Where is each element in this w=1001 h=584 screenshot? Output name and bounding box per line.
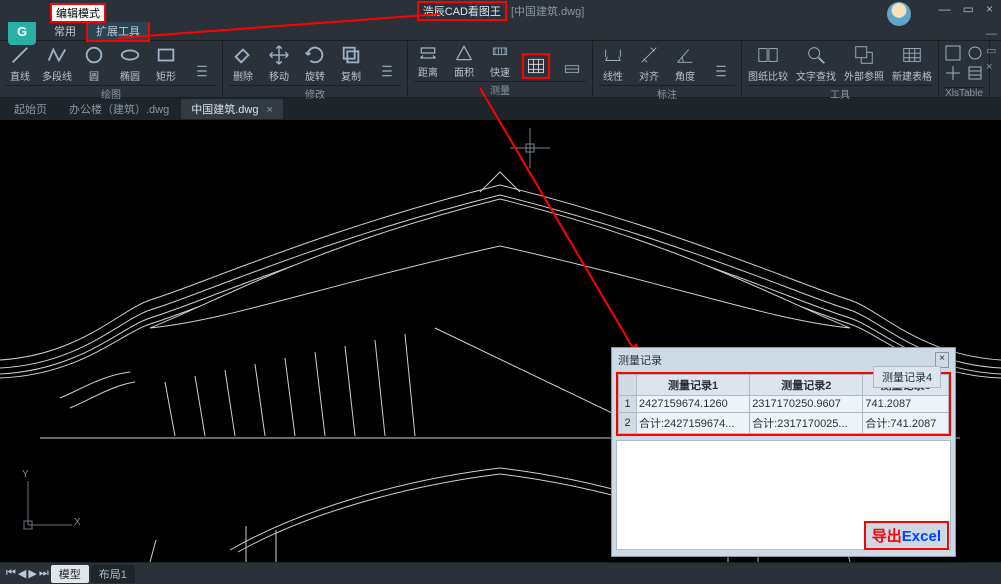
tool-move[interactable]: 移动 [265, 43, 293, 83]
tab-layout1[interactable]: 布局1 [91, 565, 135, 583]
ucs-indicator: Y X [18, 475, 78, 538]
tool-find-text[interactable]: 文字查找 [796, 43, 836, 83]
tool-rotate[interactable]: 旋转 [301, 43, 329, 83]
user-avatar[interactable] [887, 2, 911, 26]
measure-col1-header[interactable]: 测量记录1 [637, 375, 750, 396]
group-tools: 图纸比较 文字查找 外部参照 新建表格 工具 [742, 41, 939, 97]
document-tabs: 起始页 办公楼（建筑）.dwg 中国建筑.dwg [0, 98, 1001, 120]
tool-measure-extra[interactable] [558, 59, 586, 79]
tab-start[interactable]: 起始页 [4, 99, 57, 119]
tool-line[interactable]: 直线 [6, 43, 34, 83]
mini-minimize-icon[interactable]: — [986, 28, 997, 40]
tool-distance[interactable]: 距离 [414, 43, 442, 79]
crosshair-cursor [510, 128, 550, 171]
tool-xref[interactable]: 外部参照 [844, 43, 884, 83]
minimize-icon[interactable]: — [939, 2, 951, 16]
ucs-y-label: Y [22, 469, 29, 480]
group-annotation: 线性 对齐 角度 标注 [593, 41, 742, 97]
menu-extensions[interactable]: 扩展工具 [86, 20, 150, 42]
menu-common[interactable]: 常用 [46, 22, 84, 40]
menu-bar: G 常用 扩展工具 [0, 22, 1001, 40]
title-bar: 编辑模式 浩辰CAD看图王 [中国建筑.dwg] — ▭ × — ▭ × [0, 0, 1001, 22]
measure-col2-header[interactable]: 测量记录2 [750, 375, 863, 396]
tool-ellipse[interactable]: 椭圆 [116, 43, 144, 83]
xls-icon-2[interactable] [967, 45, 983, 61]
tool-aligned-dim[interactable]: 对齐 [635, 43, 663, 83]
export-excel-button[interactable]: 导出Excel [864, 521, 949, 550]
doc-title-suffix: [中国建筑.dwg] [511, 3, 584, 19]
group-measure: 距离 面积 快速 测量 [408, 41, 593, 97]
tab-doc-china[interactable]: 中国建筑.dwg [181, 99, 283, 119]
tool-linear-dim[interactable]: 线性 [599, 43, 627, 83]
draw-more-icon[interactable] [188, 59, 216, 83]
table-row[interactable]: 2 合计:2427159674... 合计:2317170025... 合计:7… [619, 413, 949, 434]
close-icon[interactable]: × [986, 2, 993, 16]
xls-icon-3[interactable] [945, 65, 961, 81]
group-measure-title: 测量 [414, 81, 586, 97]
tool-area[interactable]: 面积 [450, 43, 478, 79]
ribbon: 直线 多段线 圆 椭圆 矩形 绘图 [0, 40, 1001, 98]
tool-circle[interactable]: 圆 [80, 43, 108, 83]
tool-fast-measure[interactable]: 快速 [486, 43, 514, 79]
tool-angle-dim[interactable]: 角度 [671, 43, 699, 83]
group-xlstable: XlsTable [939, 41, 990, 97]
tool-polyline[interactable]: 多段线 [42, 43, 72, 83]
mini-close-icon[interactable]: × [986, 61, 997, 73]
group-modify: 删除 移动 旋转 复制 修改 [223, 41, 408, 97]
tool-measure-record[interactable] [522, 53, 550, 79]
model-layout-strip: ⏮ ◀ ▶ ⏭ 模型 布局1 [0, 562, 1001, 584]
panel-title-text: 测量记录 [618, 352, 662, 368]
edit-mode-badge: 编辑模式 [50, 3, 106, 23]
tool-erase[interactable]: 删除 [229, 43, 257, 83]
measure-record-panel[interactable]: 测量记录 × 测量记录4 测量记录1 测量记录2 测量记录3 1 2427159… [611, 347, 956, 557]
strip-first-icon[interactable]: ⏮ [6, 567, 16, 580]
modify-more-icon[interactable] [373, 59, 401, 83]
tool-rect[interactable]: 矩形 [152, 43, 180, 83]
strip-prev-icon[interactable]: ◀ [18, 567, 26, 580]
annot-more-icon[interactable] [707, 59, 735, 83]
group-annot-title: 标注 [599, 85, 735, 101]
maximize-icon[interactable]: ▭ [963, 2, 974, 16]
tool-copy[interactable]: 复制 [337, 43, 365, 83]
mini-restore-icon[interactable]: ▭ [986, 44, 997, 57]
xls-icon-4[interactable] [967, 65, 983, 81]
xls-icon-1[interactable] [945, 45, 961, 61]
tab-doc-office[interactable]: 办公楼（建筑）.dwg [59, 99, 179, 119]
tab-model[interactable]: 模型 [51, 565, 89, 583]
row-header-blank [619, 375, 637, 396]
tool-compare[interactable]: 图纸比较 [748, 43, 788, 83]
measure-col4-header[interactable]: 测量记录4 [873, 366, 941, 388]
ucs-x-label: X [74, 517, 81, 528]
strip-next-icon[interactable]: ▶ [28, 567, 36, 580]
app-title: 浩辰CAD看图王 [417, 1, 507, 21]
group-xls-title: XlsTable [945, 87, 983, 99]
tool-new-table[interactable]: 新建表格 [892, 43, 932, 83]
strip-last-icon[interactable]: ⏭ [39, 567, 49, 580]
group-tools-title: 工具 [748, 85, 932, 101]
group-draw: 直线 多段线 圆 椭圆 矩形 绘图 [0, 41, 223, 97]
table-row[interactable]: 1 2427159674.1260 2317170250.9607 741.20… [619, 396, 949, 413]
